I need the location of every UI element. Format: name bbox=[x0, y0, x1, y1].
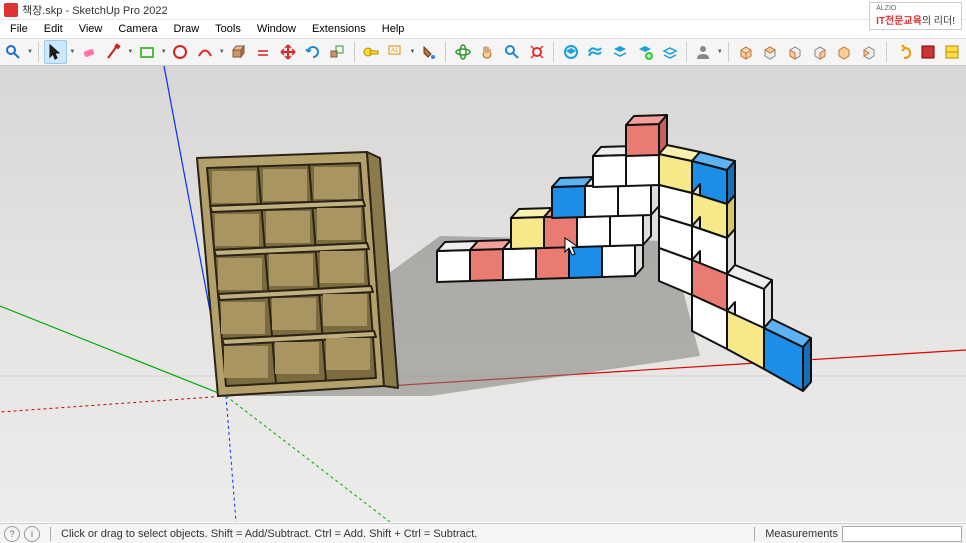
axis-green-dash bbox=[226, 396, 390, 522]
menu-draw[interactable]: Draw bbox=[165, 21, 207, 37]
outliner-icon[interactable] bbox=[658, 40, 681, 64]
offset-icon[interactable] bbox=[252, 40, 275, 64]
menu-extensions[interactable]: Extensions bbox=[304, 21, 374, 37]
select-dropdown[interactable]: ▼ bbox=[69, 40, 76, 64]
undo-icon[interactable] bbox=[891, 40, 914, 64]
zoom-icon[interactable] bbox=[501, 40, 524, 64]
extension-icon[interactable] bbox=[584, 40, 607, 64]
text-icon[interactable]: A1 bbox=[384, 40, 407, 64]
iso-icon[interactable] bbox=[734, 40, 757, 64]
axis-red-dash bbox=[0, 396, 226, 412]
right-icon[interactable] bbox=[808, 40, 831, 64]
line-dropdown[interactable]: ▼ bbox=[127, 40, 134, 64]
watermark: ALZIO IT전문교육의 리더! bbox=[869, 2, 962, 30]
front-icon[interactable] bbox=[784, 40, 807, 64]
menu-help[interactable]: Help bbox=[374, 21, 413, 37]
shape-dropdown[interactable]: ▼ bbox=[160, 40, 167, 64]
menu-bar: File Edit View Camera Draw Tools Window … bbox=[0, 20, 966, 38]
main-toolbar: ▼ ▼ ▼ ▼ ▼ A1 ▼ ▼ bbox=[0, 38, 966, 66]
menu-edit[interactable]: Edit bbox=[36, 21, 71, 37]
info-icon[interactable]: i bbox=[24, 526, 40, 542]
measurements-input[interactable] bbox=[842, 526, 962, 542]
bookshelf bbox=[197, 152, 398, 396]
help-icon[interactable]: ? bbox=[4, 526, 20, 542]
eraser-icon[interactable] bbox=[78, 40, 101, 64]
pushpull-icon[interactable] bbox=[227, 40, 250, 64]
left-icon[interactable] bbox=[858, 40, 881, 64]
back-icon[interactable] bbox=[833, 40, 856, 64]
status-hint: Click or drag to select objects. Shift =… bbox=[61, 528, 477, 540]
arc-icon[interactable] bbox=[194, 40, 217, 64]
search-dropdown[interactable]: ▼ bbox=[27, 40, 34, 64]
menu-tools[interactable]: Tools bbox=[207, 21, 249, 37]
line-icon[interactable] bbox=[102, 40, 125, 64]
text-dropdown[interactable]: ▼ bbox=[409, 40, 416, 64]
3dwarehouse-icon[interactable] bbox=[559, 40, 582, 64]
rotate-icon[interactable] bbox=[301, 40, 324, 64]
section2-icon[interactable] bbox=[941, 40, 964, 64]
model-viewport[interactable] bbox=[0, 66, 966, 522]
window-title: 책장.skp - SketchUp Pro 2022 bbox=[22, 2, 168, 18]
watermark-brand: IT전문교육 bbox=[876, 16, 922, 27]
zoom-extents-icon[interactable] bbox=[526, 40, 549, 64]
user-dropdown[interactable]: ▼ bbox=[717, 40, 724, 64]
move-icon[interactable] bbox=[277, 40, 300, 64]
scale-icon[interactable] bbox=[326, 40, 349, 64]
app-icon bbox=[4, 3, 18, 17]
layers-icon[interactable] bbox=[609, 40, 632, 64]
freehand-icon[interactable] bbox=[136, 40, 159, 64]
arc-dropdown[interactable]: ▼ bbox=[218, 40, 225, 64]
top-icon[interactable] bbox=[759, 40, 782, 64]
watermark-tagline: 의 리더! bbox=[922, 16, 955, 27]
circle-icon[interactable] bbox=[169, 40, 192, 64]
orbit-icon[interactable] bbox=[451, 40, 474, 64]
pan-icon[interactable] bbox=[476, 40, 499, 64]
menu-camera[interactable]: Camera bbox=[110, 21, 165, 37]
menu-file[interactable]: File bbox=[2, 21, 36, 37]
section-icon[interactable] bbox=[916, 40, 939, 64]
paint-icon[interactable] bbox=[418, 40, 441, 64]
select-icon[interactable] bbox=[44, 40, 67, 64]
axis-green bbox=[0, 306, 226, 396]
user-icon[interactable] bbox=[692, 40, 715, 64]
tape-icon[interactable] bbox=[360, 40, 383, 64]
status-bar: ? i Click or drag to select objects. Shi… bbox=[0, 523, 966, 543]
axis-blue-dash bbox=[226, 396, 236, 522]
svg-text:A1: A1 bbox=[391, 48, 399, 54]
title-bar: 책장.skp - SketchUp Pro 2022 bbox=[0, 0, 966, 20]
search-icon[interactable] bbox=[2, 40, 25, 64]
watermark-small: ALZIO bbox=[876, 5, 955, 12]
add-layer-icon[interactable] bbox=[633, 40, 656, 64]
menu-view[interactable]: View bbox=[71, 21, 111, 37]
menu-window[interactable]: Window bbox=[249, 21, 304, 37]
measurements-label: Measurements bbox=[765, 528, 838, 540]
scene-svg bbox=[0, 66, 966, 522]
